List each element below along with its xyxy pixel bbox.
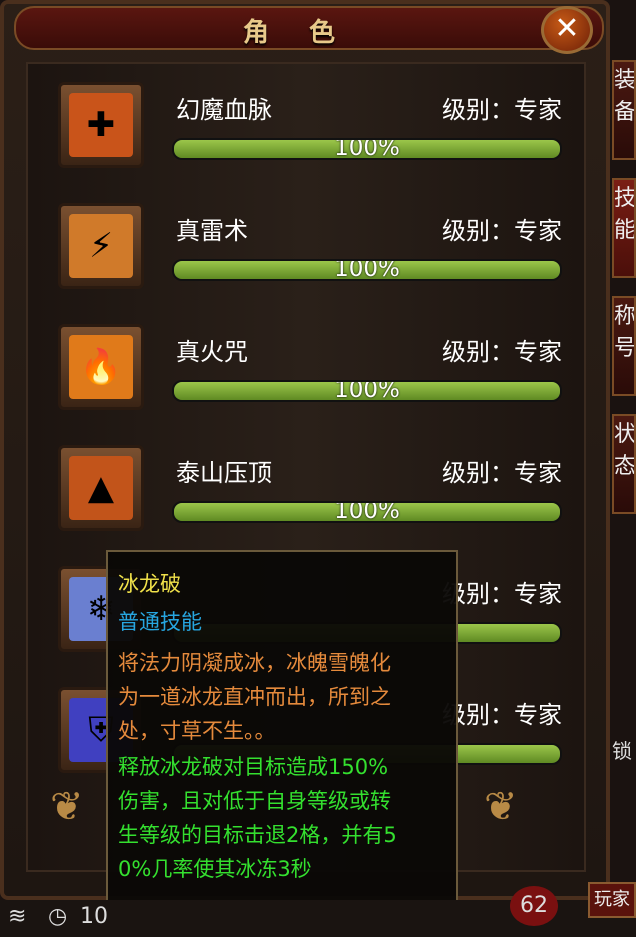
- skill-name: 真火咒: [176, 338, 248, 366]
- effect-line: 生等级的目标击退2格，并有5: [118, 823, 397, 847]
- tooltip-skill-name: 冰龙破: [118, 572, 181, 596]
- tab-status[interactable]: 状态: [612, 414, 636, 514]
- close-button[interactable]: ✕: [541, 6, 593, 54]
- clock-icon: ◷: [48, 904, 68, 929]
- tab-title[interactable]: 称号: [612, 296, 636, 396]
- skill-name: 幻魔血脉: [176, 96, 272, 124]
- skill-tooltip: 冰龙破 普通技能 将法力阴凝成冰，冰魄雪魄化 为一道冰龙直冲而出，所到之 处，寸…: [106, 550, 458, 922]
- fire-icon: 🔥: [69, 335, 133, 399]
- progress-text: 100%: [334, 380, 400, 402]
- skill-progress-bar: 100%: [172, 259, 562, 281]
- tab-equipment[interactable]: 装备: [612, 60, 636, 160]
- effect-line: 0%几率使其冰冻3秒: [118, 857, 312, 881]
- player-button[interactable]: 玩家: [588, 882, 636, 918]
- mountain-icon: ▲: [69, 456, 133, 520]
- level-badge: 62: [510, 886, 558, 926]
- window-title: 角色: [242, 18, 375, 48]
- tooltip-effect: 释放冰龙破对目标造成150% 伤害，且对低于自身等级或转 生等级的目标击退2格，…: [118, 750, 446, 886]
- skill-icon-frame: 🔥: [58, 324, 144, 410]
- skill-level: 级别：专家: [442, 96, 562, 124]
- blood-vein-icon: ✚: [69, 93, 133, 157]
- wifi-icon: ≋: [8, 904, 27, 929]
- tooltip-description: 将法力阴凝成冰，冰魄雪魄化 为一道冰龙直冲而出，所到之 处，寸草不生。。: [118, 646, 446, 748]
- progress-text: 100%: [334, 138, 400, 160]
- progress-text: 100%: [334, 259, 400, 281]
- skill-progress-bar: 100%: [172, 501, 562, 523]
- tooltip-skill-type: 普通技能: [118, 610, 202, 634]
- skill-level: 级别：专家: [442, 459, 562, 487]
- skill-level: 级别：专家: [442, 338, 562, 366]
- skill-progress-bar: 100%: [172, 380, 562, 402]
- skill-level: 级别：专家: [442, 701, 562, 729]
- skill-row[interactable]: 🔥 真火咒 级别：专家 100%: [28, 314, 588, 424]
- skill-progress-bar: 100%: [172, 138, 562, 160]
- description-line: 将法力阴凝成冰，冰魄雪魄化: [118, 651, 391, 675]
- description-line: 处，寸草不生。。: [118, 719, 276, 743]
- clock-text: 10: [80, 904, 108, 929]
- bottom-status-bar: ≋ ◷ 10 62 玩家: [0, 882, 636, 937]
- progress-text: 100%: [334, 501, 400, 523]
- title-bar: 角色: [14, 6, 604, 50]
- skill-row[interactable]: ✚ 幻魔血脉 级别：专家 100%: [28, 72, 588, 182]
- skill-row[interactable]: ⚡ 真雷术 级别：专家 100%: [28, 193, 588, 303]
- skill-level: 级别：专家: [442, 580, 562, 608]
- skill-icon-frame: ⚡: [58, 203, 144, 289]
- skill-icon-frame: ▲: [58, 445, 144, 531]
- side-fragment: 锁: [612, 739, 632, 763]
- thunder-icon: ⚡: [69, 214, 133, 278]
- skill-name: 真雷术: [176, 217, 248, 245]
- effect-line: 释放冰龙破对目标造成150%: [118, 755, 389, 779]
- skill-icon-frame: ✚: [58, 82, 144, 168]
- skill-name: 泰山压顶: [176, 459, 272, 487]
- effect-line: 伤害，且对低于自身等级或转: [118, 789, 391, 813]
- description-line: 为一道冰龙直冲而出，所到之: [118, 685, 391, 709]
- ornament-right-icon: ❦: [484, 784, 518, 830]
- skill-level: 级别：专家: [442, 217, 562, 245]
- skill-row[interactable]: ▲ 泰山压顶 级别：专家 100%: [28, 435, 588, 545]
- tab-skills[interactable]: 技能: [612, 178, 636, 278]
